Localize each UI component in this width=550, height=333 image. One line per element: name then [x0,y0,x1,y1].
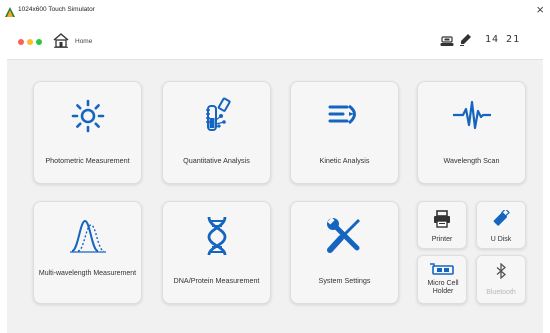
usb-icon [493,210,510,226]
system-settings-tile[interactable]: System Settings [290,201,399,304]
tools-icon [326,217,360,253]
small-tile-label: Bluetooth [486,289,516,296]
small-tile-label: Printer [431,236,453,243]
clock: 14 21 [485,34,521,45]
kinetic-analysis-tile[interactable]: Kinetic Analysis [290,81,399,184]
printer-icon [434,210,450,228]
red-dot-icon [18,39,24,45]
kinetic-icon [328,104,356,125]
multi-wavelength-measurement-tile[interactable]: Multi-wavelength Measurement [33,201,142,304]
waveform-icon [452,100,491,130]
udisk-button[interactable]: U Disk [476,201,526,249]
green-dot-icon [36,39,42,45]
yellow-dot-icon [27,39,33,45]
tile-label: Wavelength Scan [443,156,500,165]
pen-icon [460,34,471,46]
quantitative-analysis-tile[interactable]: Quantitative Analysis [162,81,271,184]
tile-label: System Settings [318,276,371,285]
peaks-icon [69,219,106,253]
flask-icon [205,97,231,131]
photometric-measurement-tile[interactable]: Photometric Measurement [33,81,142,184]
home-label: Home [75,38,93,45]
dna-protein-measurement-tile[interactable]: DNA/Protein Measurement [162,201,271,304]
small-tile-label: Micro Cell Holder [427,280,459,295]
tile-label: Kinetic Analysis [319,156,370,165]
dna-icon [207,216,226,256]
tile-label: Multi-wavelength Measurement [38,270,137,277]
close-icon[interactable]: × [536,3,544,17]
sun-icon [71,99,104,133]
tile-label: DNA/Protein Measurement [173,276,260,285]
cell-holder-icon [430,263,454,275]
simulator-screen: Home 14 21 Photometric Measurement Quant… [7,24,543,333]
tile-label: Quantitative Analysis [183,156,250,165]
tile-label: Photometric Measurement [45,156,130,165]
wavelength-scan-tile[interactable]: Wavelength Scan [417,81,526,184]
app-icon [5,7,15,17]
window-titlebar: 1024x600 Touch Simulator × [0,0,550,24]
status-bar: Home 14 21 [7,24,543,60]
bluetooth-icon [496,263,506,279]
home-icon[interactable] [53,33,69,48]
bluetooth-button[interactable]: Bluetooth [476,255,526,304]
window-title: 1024x600 Touch Simulator [18,6,95,13]
printer-button[interactable]: Printer [417,201,467,249]
small-tile-label: U Disk [490,236,512,243]
micro-cell-holder-button[interactable]: Micro Cell Holder [417,255,467,304]
device-icon [440,36,454,46]
